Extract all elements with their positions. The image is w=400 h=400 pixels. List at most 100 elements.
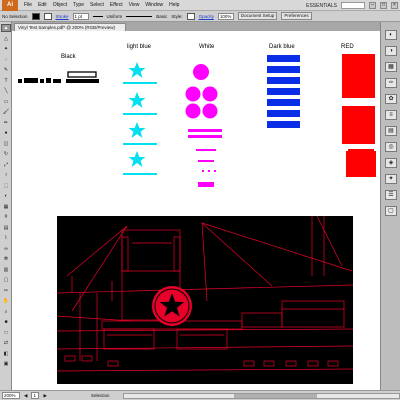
shape-builder-tool-icon[interactable]: ◐	[1, 192, 11, 200]
menu-type[interactable]: Type	[73, 2, 84, 8]
variable-width-preview	[92, 15, 103, 17]
symbol-sprayer-tool-icon[interactable]: ✼	[1, 255, 11, 263]
stroke-link[interactable]: Stroke	[56, 14, 69, 19]
next-artboard-icon[interactable]: ▶	[43, 393, 46, 399]
brushes-icon[interactable]: ✑	[385, 78, 397, 88]
graphic-styles-icon[interactable]: ✦	[385, 174, 397, 184]
hand-tool-icon[interactable]: ✋	[1, 297, 11, 305]
slice-tool-icon[interactable]: ✂	[1, 287, 11, 295]
graphic-style-swatch[interactable]	[186, 12, 195, 20]
pen-tool-icon[interactable]: ✎	[1, 66, 11, 74]
screen-mode-icon[interactable]: ▣	[1, 360, 11, 368]
opacity-field[interactable]: 100%	[217, 12, 234, 20]
stroke-profile-dropdown[interactable]: Uniform	[107, 14, 123, 19]
menu-select[interactable]: Select	[90, 2, 104, 8]
status-bar: 200% ◀ 1 ▶ Selection	[0, 390, 400, 400]
gradient-panel-icon[interactable]: ▤	[385, 126, 397, 136]
color-panel-icon[interactable]: ◐	[385, 30, 397, 40]
menu-edit[interactable]: Edit	[38, 2, 47, 8]
free-transform-tool-icon[interactable]: ⬚	[1, 182, 11, 190]
rectangle-tool-icon[interactable]: ▭	[1, 98, 11, 106]
menu-bar: Ai File Edit Object Type Select Effect V…	[0, 0, 400, 11]
close-icon[interactable]: ×	[391, 2, 398, 9]
red-sample	[342, 54, 376, 177]
fill-swatch[interactable]	[31, 12, 40, 20]
swap-colors-icon[interactable]: ⇄	[1, 339, 11, 347]
scrollbar-thumb[interactable]	[234, 393, 317, 398]
blob-brush-tool-icon[interactable]: ●	[1, 129, 11, 137]
blend-tool-icon[interactable]: ∞	[1, 245, 11, 253]
zoom-field[interactable]: 200%	[2, 392, 20, 399]
menu-view[interactable]: View	[129, 2, 140, 8]
lasso-tool-icon[interactable]: ◌	[1, 56, 11, 64]
black-sample	[18, 71, 99, 83]
maximize-icon[interactable]: □	[380, 2, 387, 9]
workspace-area: ESSENTIALS – □ ×	[306, 0, 398, 11]
style-label: Style:	[171, 13, 183, 19]
ship-graphic	[56, 215, 354, 384]
menu-file[interactable]: File	[24, 2, 32, 8]
stroke-color-icon[interactable]: □	[1, 329, 11, 337]
white-sample	[185, 64, 222, 187]
fill-color-icon[interactable]: ■	[1, 318, 11, 326]
symbols-icon[interactable]: ✿	[385, 94, 397, 104]
artboard-number-field[interactable]: 1	[31, 392, 40, 399]
selection-tool-icon[interactable]: ▲	[1, 24, 11, 32]
document-setup-button[interactable]: Document Setup	[237, 12, 278, 20]
label-red: RED	[341, 44, 354, 50]
preferences-button[interactable]: Preferences	[281, 12, 312, 20]
layers-panel-icon[interactable]: ☰	[385, 190, 397, 200]
light-blue-sample	[123, 62, 157, 175]
swatches-icon[interactable]: ▦	[385, 62, 397, 72]
control-bar: No Selection Stroke 1 pt Uniform Basic S…	[0, 11, 400, 22]
brush-preview	[126, 15, 153, 17]
graph-tool-icon[interactable]: ▥	[1, 266, 11, 274]
zoom-tool-icon[interactable]: ⌕	[1, 308, 11, 316]
menu-help[interactable]: Help	[169, 2, 179, 8]
search-field[interactable]	[341, 2, 365, 9]
perspective-grid-tool-icon[interactable]: ▦	[1, 203, 11, 211]
stroke-weight-field[interactable]: 1 pt	[72, 12, 89, 20]
mesh-tool-icon[interactable]: #	[1, 213, 11, 221]
stroke-swatch[interactable]	[43, 12, 52, 20]
scale-tool-icon[interactable]: ⤢	[1, 161, 11, 169]
horizontal-scrollbar[interactable]	[123, 392, 400, 399]
line-tool-icon[interactable]: ╲	[1, 87, 11, 95]
artboards-panel-icon[interactable]: ▢	[385, 206, 397, 216]
canvas[interactable]: Black light blue White Dark blue RED	[12, 31, 380, 390]
draw-mode-icon[interactable]: ◧	[1, 350, 11, 358]
workspace-switcher[interactable]: ESSENTIALS	[306, 3, 337, 9]
menu-object[interactable]: Object	[53, 2, 67, 8]
status-mode: Selection	[90, 393, 110, 398]
width-tool-icon[interactable]: ≀	[1, 171, 11, 179]
menu-window[interactable]: Window	[145, 2, 163, 8]
rotate-tool-icon[interactable]: ↻	[1, 150, 11, 158]
panel-dock: ◐ ◑ ▦ ✑ ✿ ≡ ▤ ◎ ◈ ✦ ☰ ▢	[380, 22, 400, 390]
eraser-tool-icon[interactable]: ◫	[1, 140, 11, 148]
minimize-icon[interactable]: –	[369, 2, 376, 9]
transparency-panel-icon[interactable]: ◎	[385, 142, 397, 152]
menu-items: File Edit Object Type Select Effect View…	[24, 2, 179, 8]
tools-panel: ▲ △ ✦ ◌ ✎ T ╲ ▭ 🖌 ✏ ● ◫ ↻ ⤢ ≀ ⬚ ◐ ▦ # ▤ ⌇ ∞ ✼ ▥ ▢ ✂ ✋ ⌕ ■ □ ⇄ ◧ ▣	[0, 22, 12, 390]
gradient-tool-icon[interactable]: ▤	[1, 224, 11, 232]
opacity-link[interactable]: Opacity	[199, 14, 214, 19]
paintbrush-tool-icon[interactable]: 🖌	[1, 108, 11, 116]
type-tool-icon[interactable]: T	[1, 77, 11, 85]
magic-wand-tool-icon[interactable]: ✦	[1, 45, 11, 53]
pencil-tool-icon[interactable]: ✏	[1, 119, 11, 127]
menu-effect[interactable]: Effect	[110, 2, 123, 8]
direct-selection-tool-icon[interactable]: △	[1, 35, 11, 43]
stroke-panel-icon[interactable]: ≡	[385, 110, 397, 120]
prev-artboard-icon[interactable]: ◀	[24, 393, 27, 399]
selection-status: No Selection	[2, 13, 28, 19]
label-black: Black	[61, 54, 77, 60]
eyedropper-tool-icon[interactable]: ⌇	[1, 234, 11, 242]
appearance-panel-icon[interactable]: ◈	[385, 158, 397, 168]
document-tab[interactable]: Vinyl Test Samples.pdf* @ 200% (RGB/Prev…	[14, 23, 126, 31]
color-guide-icon[interactable]: ◑	[385, 46, 397, 56]
brush-dropdown[interactable]: Basic	[156, 14, 167, 19]
label-white: White	[199, 44, 215, 50]
artboard-tool-icon[interactable]: ▢	[1, 276, 11, 284]
document-tab-strip: Vinyl Test Samples.pdf* @ 200% (RGB/Prev…	[12, 22, 380, 31]
label-dark-blue: Dark blue	[269, 44, 295, 50]
